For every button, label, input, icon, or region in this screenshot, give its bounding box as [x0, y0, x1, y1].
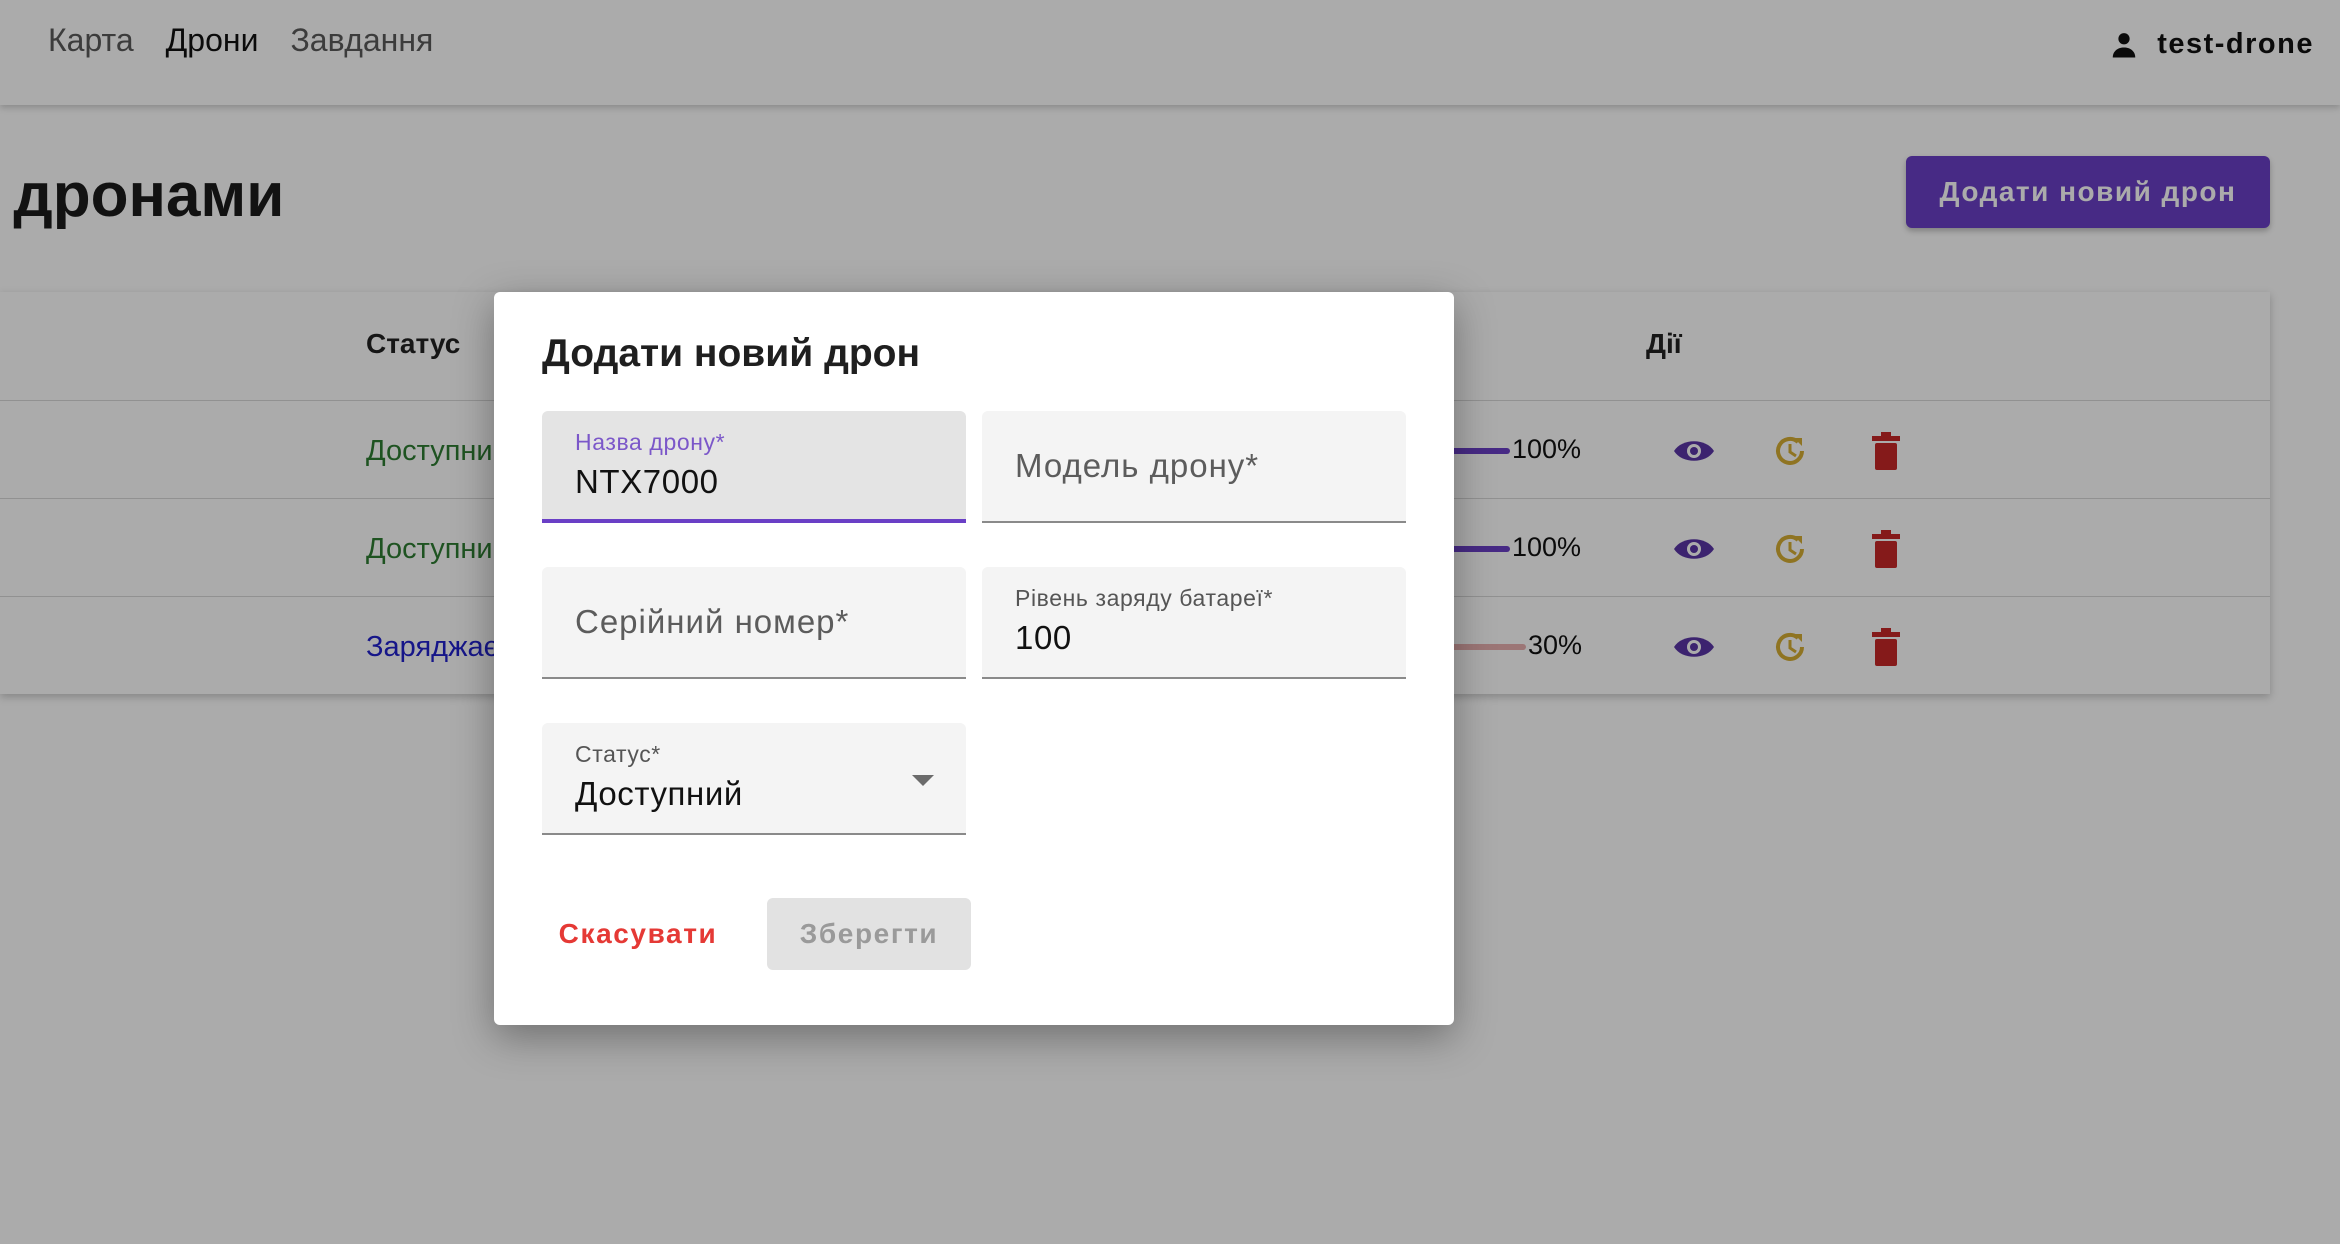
battery-level-field[interactable]: Рівень заряду батареї* 100	[982, 567, 1406, 679]
serial-number-field[interactable]: Серійний номер*	[542, 567, 966, 679]
drone-model-field[interactable]: Модель дрону*	[982, 411, 1406, 523]
chevron-down-icon	[912, 775, 934, 786]
drone-name-value: NTX7000	[575, 463, 719, 500]
drone-name-field[interactable]: Назва дрону* NTX7000	[542, 411, 966, 523]
status-select[interactable]: Статус* Доступний	[542, 723, 966, 835]
cancel-button[interactable]: Скасувати	[542, 898, 734, 970]
battery-level-value: 100	[1015, 619, 1072, 656]
save-button[interactable]: Зберегти	[767, 898, 971, 970]
status-select-label: Статус*	[575, 741, 661, 767]
add-drone-dialog: Додати новий дрон Назва дрону* NTX7000 М…	[494, 292, 1454, 1025]
serial-number-placeholder: Серійний номер*	[575, 603, 850, 640]
drone-name-label: Назва дрону*	[575, 429, 726, 455]
drone-model-placeholder: Модель дрону*	[1015, 447, 1260, 484]
battery-level-label: Рівень заряду батареї*	[1015, 585, 1274, 611]
status-select-value: Доступний	[575, 775, 743, 812]
dialog-title: Додати новий дрон	[542, 332, 921, 375]
